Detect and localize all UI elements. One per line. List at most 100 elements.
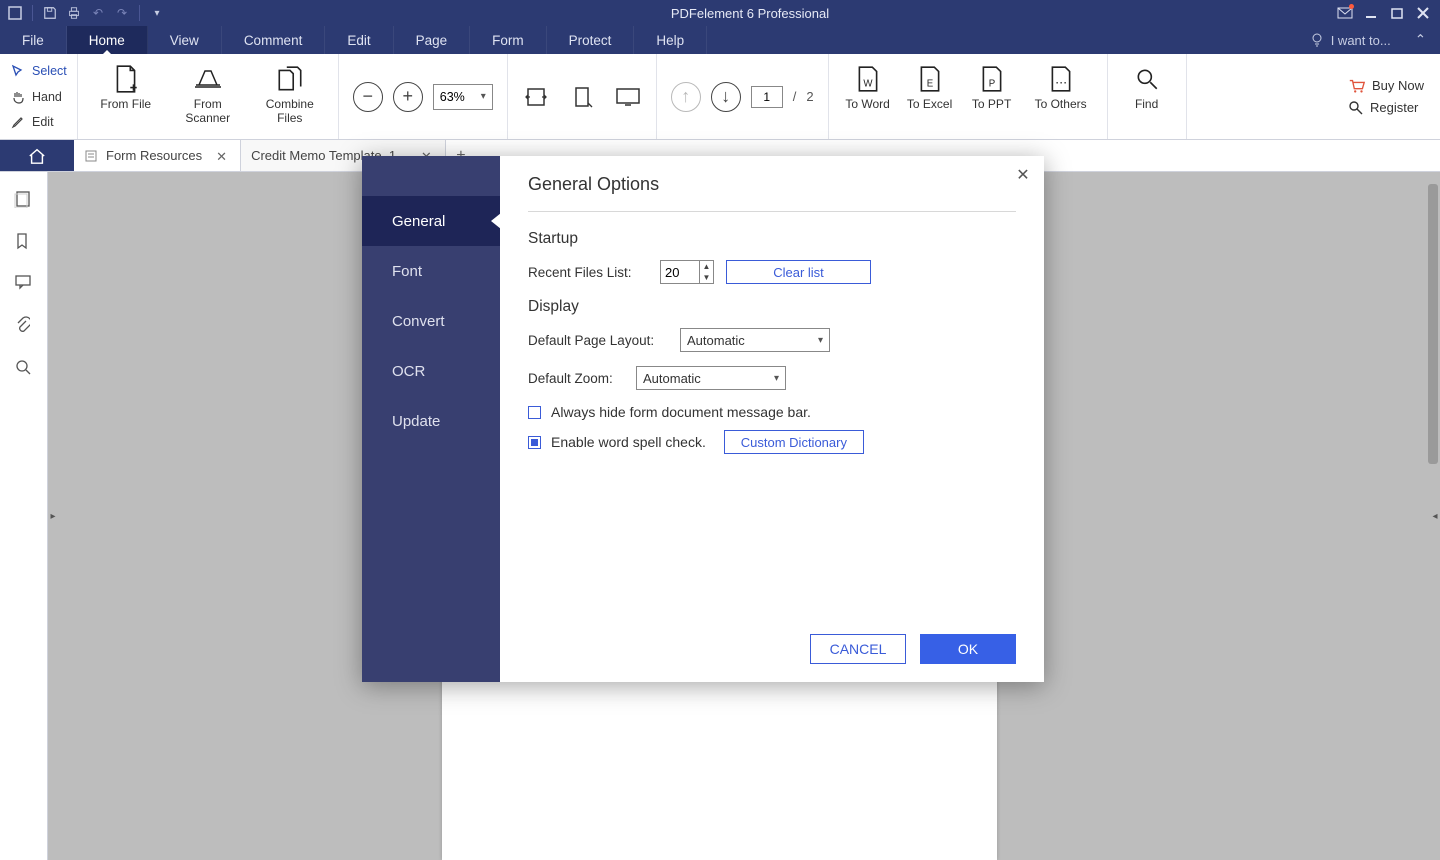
menu-edit[interactable]: Edit: [325, 26, 393, 54]
select-tool[interactable]: Select: [10, 60, 67, 82]
title-bar: ↶ ↷ ▾ PDFelement 6 Professional: [0, 0, 1440, 26]
edit-tool[interactable]: Edit: [10, 111, 67, 133]
minimize-icon[interactable]: [1360, 2, 1382, 24]
dialog-tab-update[interactable]: Update: [362, 396, 500, 446]
fit-page-icon[interactable]: [568, 83, 596, 111]
attachment-icon[interactable]: [14, 316, 34, 336]
tab-close-icon[interactable]: ✕: [216, 149, 230, 163]
dialog-tab-ocr[interactable]: OCR: [362, 346, 500, 396]
spinner-down-icon[interactable]: ▼: [700, 272, 713, 283]
app-icon: [6, 4, 24, 22]
default-zoom-label: Default Zoom:: [528, 371, 624, 386]
search-panel-icon[interactable]: [14, 358, 34, 378]
home-icon: [27, 147, 47, 165]
document-tab[interactable]: Form Resources ✕: [74, 140, 241, 171]
to-others-button[interactable]: ⋯To Others: [1029, 62, 1093, 112]
clear-list-button[interactable]: Clear list: [726, 260, 871, 284]
cursor-icon: [10, 63, 26, 79]
page-total: 2: [806, 89, 813, 104]
spellcheck-row: Enable word spell check. Custom Dictiona…: [528, 430, 1016, 454]
menu-comment[interactable]: Comment: [222, 26, 326, 54]
mail-icon[interactable]: [1334, 2, 1356, 24]
spinner-buttons: ▲▼: [699, 261, 713, 283]
dialog-close-icon[interactable]: ✕: [1014, 166, 1032, 184]
recent-files-input[interactable]: [661, 261, 699, 283]
maximize-icon[interactable]: [1386, 2, 1408, 24]
next-page-button[interactable]: ↓: [711, 82, 741, 112]
fit-width-icon[interactable]: [522, 83, 550, 111]
spinner-up-icon[interactable]: ▲: [700, 261, 713, 272]
dialog-content: ✕ General Options Startup Recent Files L…: [500, 156, 1044, 682]
menu-protect[interactable]: Protect: [547, 26, 635, 54]
default-layout-select[interactable]: Automatic: [680, 328, 830, 352]
left-rail: [0, 172, 48, 860]
menu-bar: File Home View Comment Edit Page Form Pr…: [0, 26, 1440, 54]
default-zoom-select[interactable]: Automatic: [636, 366, 786, 390]
print-icon[interactable]: [65, 4, 83, 22]
menu-page[interactable]: Page: [394, 26, 471, 54]
page-input[interactable]: [751, 86, 783, 108]
from-file-button[interactable]: From File: [94, 62, 158, 112]
section-startup: Startup: [528, 230, 1016, 248]
undo-icon[interactable]: ↶: [89, 4, 107, 22]
dialog-tab-font[interactable]: Font: [362, 246, 500, 296]
ribbon-group-zoom: − + 63%: [339, 54, 508, 139]
spellcheck-label: Enable word spell check.: [551, 434, 706, 450]
qat-separator: [139, 5, 140, 21]
ribbon-group-create: From File From Scanner Combine Files: [78, 54, 339, 139]
custom-dictionary-button[interactable]: Custom Dictionary: [724, 430, 864, 454]
from-scanner-button[interactable]: From Scanner: [176, 62, 240, 126]
svg-text:E: E: [926, 79, 933, 90]
redo-icon[interactable]: ↷: [113, 4, 131, 22]
register-button[interactable]: Register: [1348, 100, 1424, 116]
scanner-icon: [191, 62, 225, 96]
zoom-select[interactable]: 63%: [433, 84, 493, 110]
scrollbar-thumb[interactable]: [1428, 184, 1438, 464]
to-word-button[interactable]: WTo Word: [843, 62, 893, 112]
options-dialog: General Font Convert OCR Update ✕ Genera…: [362, 156, 1044, 682]
lightbulb-icon: [1309, 32, 1325, 48]
comment-icon[interactable]: [14, 274, 34, 294]
prev-page-button: ↑: [671, 82, 701, 112]
hide-msgbar-checkbox[interactable]: [528, 406, 541, 419]
i-want-to[interactable]: I want to...: [1309, 26, 1401, 54]
left-panel-expander[interactable]: ▸: [48, 496, 58, 536]
menu-view[interactable]: View: [148, 26, 222, 54]
tab-home[interactable]: [0, 140, 74, 171]
menu-form[interactable]: Form: [470, 26, 547, 54]
dialog-tab-general[interactable]: General: [362, 196, 500, 246]
combine-files-button[interactable]: Combine Files: [258, 62, 322, 126]
zoom-in-button[interactable]: +: [393, 82, 423, 112]
menu-file[interactable]: File: [0, 26, 67, 54]
to-excel-button[interactable]: ETo Excel: [905, 62, 955, 112]
collapse-ribbon-icon[interactable]: ⌃: [1401, 26, 1440, 54]
dialog-title: General Options: [528, 174, 1016, 212]
others-icon: ⋯: [1044, 62, 1078, 96]
menu-help[interactable]: Help: [634, 26, 707, 54]
bookmark-icon[interactable]: [14, 232, 34, 252]
zoom-out-button[interactable]: −: [353, 82, 383, 112]
recent-files-spinner[interactable]: ▲▼: [660, 260, 714, 284]
menu-home[interactable]: Home: [67, 26, 148, 54]
edit-icon: [10, 114, 26, 130]
ok-button[interactable]: OK: [920, 634, 1016, 664]
hand-tool[interactable]: Hand: [10, 86, 67, 108]
key-icon: [1348, 100, 1364, 116]
thumbnails-icon[interactable]: [14, 190, 34, 210]
buy-now-button[interactable]: Buy Now: [1348, 78, 1424, 94]
hide-msgbar-row: Always hide form document message bar.: [528, 404, 1016, 420]
dialog-tab-convert[interactable]: Convert: [362, 296, 500, 346]
ribbon-group-export: WTo Word ETo Excel PTo PPT ⋯To Others: [829, 54, 1108, 139]
ribbon-group-account: Buy Now Register: [1332, 54, 1440, 139]
svg-text:P: P: [988, 79, 994, 90]
find-button[interactable]: Find: [1122, 62, 1172, 112]
to-ppt-button[interactable]: PTo PPT: [967, 62, 1017, 112]
right-panel-expander[interactable]: ◂: [1430, 496, 1440, 536]
close-icon[interactable]: [1412, 2, 1434, 24]
fullscreen-icon[interactable]: [614, 83, 642, 111]
spellcheck-checkbox[interactable]: [528, 436, 541, 449]
ribbon-group-tools-mini: Select Hand Edit: [0, 54, 78, 139]
qat-dropdown-icon[interactable]: ▾: [148, 4, 166, 22]
save-icon[interactable]: [41, 4, 59, 22]
cancel-button[interactable]: CANCEL: [810, 634, 906, 664]
